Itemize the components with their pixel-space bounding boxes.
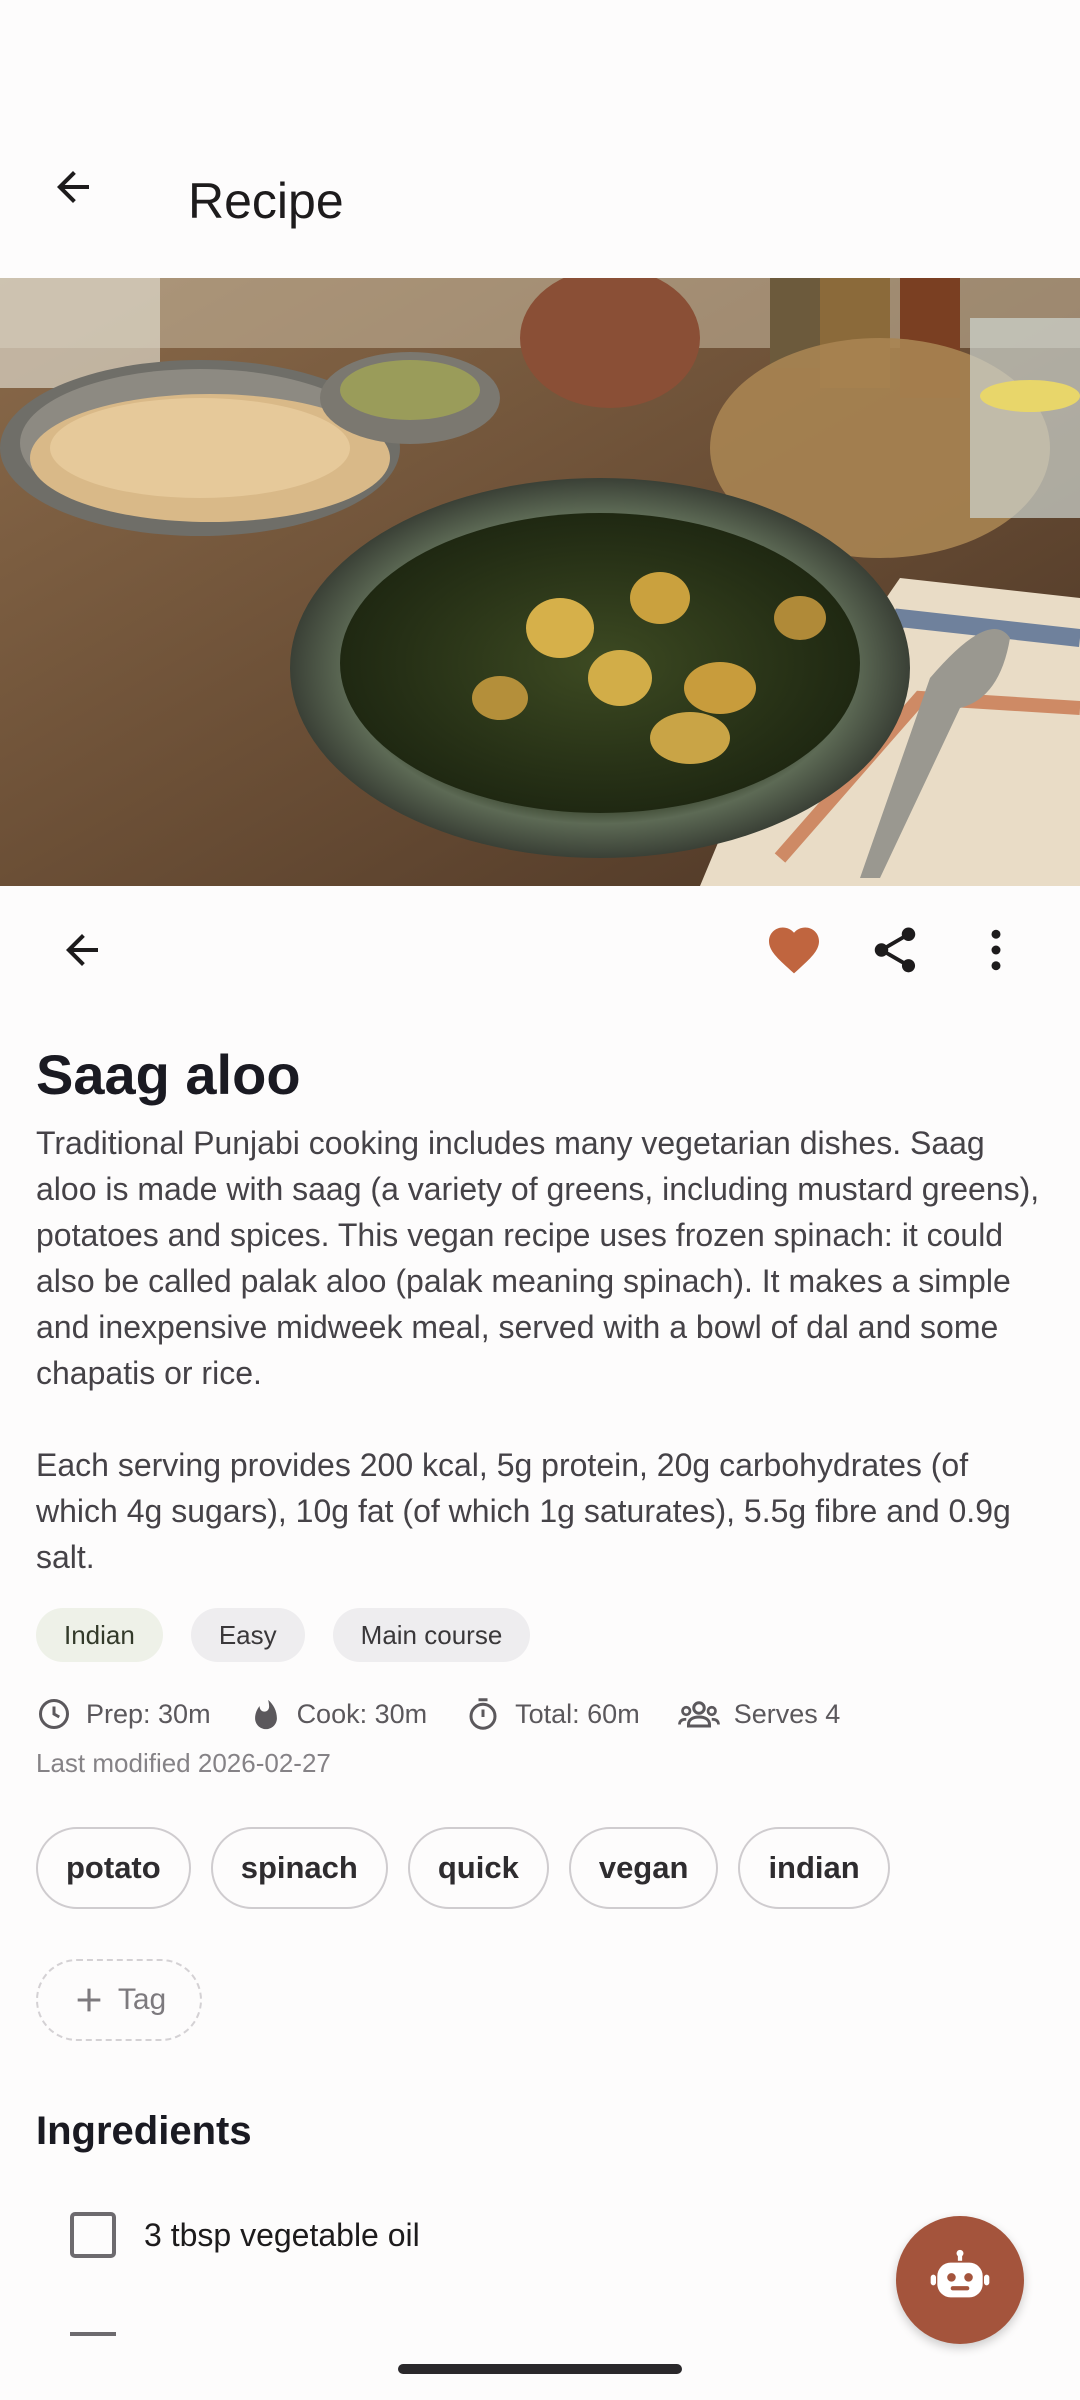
- ingredient-checkbox[interactable]: [70, 2212, 116, 2258]
- add-tag-button[interactable]: Tag: [36, 1959, 202, 2041]
- flame-icon: [254, 1699, 277, 1730]
- timer-icon: [469, 1698, 497, 1730]
- share-icon: [874, 927, 916, 973]
- plus-icon: [77, 1988, 101, 2012]
- arrow-back-icon: [66, 934, 98, 966]
- tag-potato[interactable]: potato: [36, 1827, 191, 1909]
- total-time: Total: 60m: [465, 1696, 640, 1732]
- ingredients-title: Ingredients: [36, 2109, 252, 2153]
- gesture-nav-handle[interactable]: [398, 2364, 682, 2374]
- tag-indian[interactable]: indian: [738, 1827, 890, 1909]
- total-time-text: Total: 60m: [515, 1698, 640, 1729]
- tag-list: potato spinach quick vegan indian: [36, 1827, 1046, 1909]
- more-options-button[interactable]: [954, 908, 1038, 992]
- tag-quick[interactable]: quick: [407, 1827, 549, 1909]
- clock-icon: [39, 1699, 69, 1729]
- chip-course[interactable]: Main course: [332, 1608, 531, 1662]
- servings: Serves 4: [677, 1696, 841, 1732]
- recipe-title: Saag aloo: [36, 1043, 301, 1106]
- app-bar: Recipe: [0, 100, 1080, 278]
- share-button[interactable]: [853, 908, 937, 992]
- tag-spinach[interactable]: spinach: [210, 1827, 388, 1909]
- servings-text: Serves 4: [733, 1698, 841, 1729]
- action-row: [0, 886, 1080, 1014]
- last-modified: Last modified 2026-02-27: [36, 1748, 331, 1778]
- cook-time: Cook: 30m: [249, 1697, 428, 1731]
- ingredient-label: 3 tbsp vegetable oil: [144, 2216, 420, 2253]
- app-bar-title: Recipe: [188, 173, 344, 229]
- more-vert-icon: [991, 929, 1001, 971]
- recipe-description: Traditional Punjabi cooking includes man…: [36, 1125, 1040, 1575]
- chip-difficulty[interactable]: Easy: [190, 1608, 305, 1662]
- favorite-button[interactable]: [752, 908, 836, 992]
- ingredient-checkbox-partial[interactable]: [70, 2332, 116, 2340]
- robot-icon: [930, 2249, 990, 2298]
- assistant-fab[interactable]: [896, 2216, 1024, 2344]
- people-icon: [677, 1701, 720, 1728]
- chip-cuisine[interactable]: Indian: [36, 1608, 163, 1662]
- prep-time: Prep: 30m: [36, 1696, 211, 1732]
- category-chips: Indian Easy Main course: [36, 1608, 1046, 1662]
- arrow-back-icon: [57, 171, 89, 203]
- cook-time-text: Cook: 30m: [296, 1698, 428, 1729]
- ingredient-item[interactable]: 3 tbsp vegetable oil: [70, 2212, 1046, 2258]
- tag-vegan[interactable]: vegan: [568, 1827, 719, 1909]
- recipe-meta: Prep: 30m Cook: 30m Total: 60m Serves 4: [36, 1686, 1046, 1742]
- recipe-content: Saag aloo Traditional Punjabi cooking in…: [36, 1014, 1046, 2258]
- prep-time-text: Prep: 30m: [86, 1698, 211, 1729]
- back-button-secondary[interactable]: [40, 908, 124, 992]
- back-button[interactable]: [40, 154, 106, 220]
- recipe-hero-image: [0, 278, 1080, 886]
- add-tag-label: Tag: [117, 1983, 167, 2016]
- status-bar: [0, 0, 1080, 100]
- heart-icon: [769, 927, 819, 974]
